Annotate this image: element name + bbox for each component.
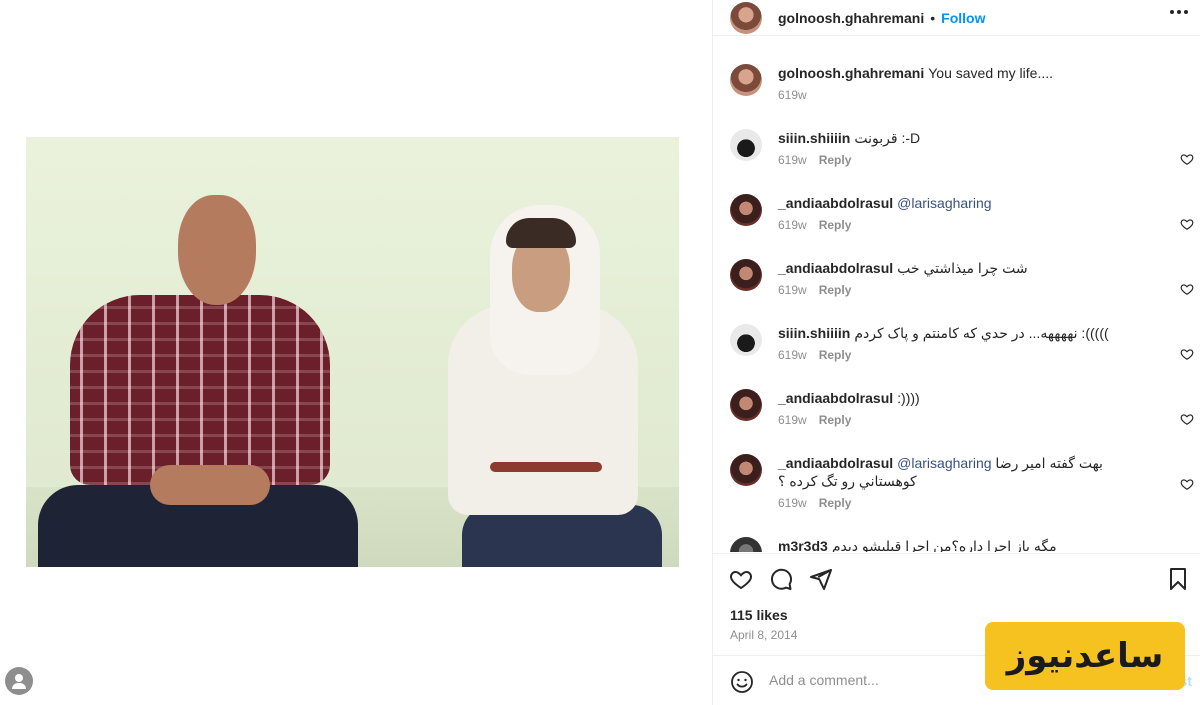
comment-mention[interactable]: @larisagharing bbox=[897, 195, 991, 211]
watermark-logo: ساعدنیوز bbox=[985, 622, 1185, 690]
comment-time: 619w bbox=[778, 153, 807, 167]
bookmark-icon[interactable] bbox=[1166, 567, 1190, 591]
comment-username[interactable]: _andiaabdolrasul bbox=[778, 390, 893, 406]
commenter-avatar[interactable] bbox=[730, 194, 762, 226]
user-icon[interactable] bbox=[5, 667, 33, 695]
reply-button[interactable]: Reply bbox=[819, 496, 852, 510]
author-avatar[interactable] bbox=[730, 1, 762, 34]
comment-text: مگه باز اجرا داره؟من اجرا قبلیشو دیدم bbox=[831, 538, 1057, 552]
post-header: golnoosh.ghahremani • Follow bbox=[713, 0, 1200, 36]
comment-time: 619w bbox=[778, 218, 807, 232]
heart-icon[interactable] bbox=[1180, 412, 1194, 426]
likes-count[interactable]: 115 likes bbox=[730, 607, 788, 623]
commenter-avatar[interactable] bbox=[730, 454, 762, 486]
caption-time: 619w bbox=[778, 88, 807, 102]
photo-figure-woman-hair bbox=[506, 218, 576, 248]
post-date: April 8, 2014 bbox=[730, 628, 798, 642]
reply-button[interactable]: Reply bbox=[819, 218, 852, 232]
photo-figure-man-hands bbox=[150, 465, 270, 505]
author-avatar[interactable] bbox=[730, 64, 762, 96]
reply-button[interactable]: Reply bbox=[819, 413, 852, 427]
photo-figure-man-head bbox=[178, 195, 256, 305]
caption-item: golnoosh.ghahremani You saved my life....… bbox=[713, 52, 1200, 117]
comment-item: _andiaabdolrasul شت چرا ميذاشتي خب 619w Re… bbox=[713, 247, 1200, 312]
comment-text: قربونت :-D bbox=[854, 130, 921, 146]
comment-item: _andiaabdolrasul @larisagharing 619w Reply bbox=[713, 182, 1200, 247]
comment-text: شت چرا ميذاشتي خب bbox=[897, 260, 1028, 276]
comment-text: نههههه... در حدي كه كامنتم و پاک کردم :(… bbox=[854, 325, 1109, 341]
heart-icon[interactable] bbox=[1180, 347, 1194, 361]
commenter-avatar[interactable] bbox=[730, 389, 762, 421]
watermark-text: ساعدنیوز bbox=[1006, 636, 1164, 676]
heart-icon[interactable] bbox=[729, 567, 753, 591]
instagram-post-page: golnoosh.ghahremani • Follow golnoosh.gh… bbox=[0, 0, 1200, 705]
caption-text: You saved my life.... bbox=[928, 65, 1054, 81]
follow-button[interactable]: Follow bbox=[941, 10, 985, 26]
post-side-panel: golnoosh.ghahremani • Follow golnoosh.gh… bbox=[712, 0, 1200, 705]
author-username[interactable]: golnoosh.ghahremani bbox=[778, 10, 924, 26]
photo-figure-woman-belt bbox=[490, 462, 602, 472]
post-actions bbox=[713, 553, 1200, 603]
commenter-avatar[interactable] bbox=[730, 129, 762, 161]
media-pane bbox=[0, 0, 712, 705]
comment-time: 619w bbox=[778, 283, 807, 297]
comment-item: siiin.shiiiin نههههه... در حدي كه كامنتم … bbox=[713, 312, 1200, 377]
comment-username[interactable]: siiin.shiiiin bbox=[778, 325, 850, 341]
comment-time: 619w bbox=[778, 413, 807, 427]
comment-time: 619w bbox=[778, 496, 807, 510]
comment-icon[interactable] bbox=[769, 567, 793, 591]
comment-item: _andiaabdolrasul:)))) 619w Reply bbox=[713, 377, 1200, 442]
reply-button[interactable]: Reply bbox=[819, 348, 852, 362]
reply-button[interactable]: Reply bbox=[819, 153, 852, 167]
comment-username[interactable]: _andiaabdolrasul bbox=[778, 260, 893, 276]
separator-dot: • bbox=[930, 9, 936, 26]
more-icon[interactable] bbox=[1170, 10, 1188, 14]
share-icon[interactable] bbox=[809, 567, 833, 591]
heart-icon[interactable] bbox=[1180, 477, 1194, 491]
emoji-icon[interactable] bbox=[730, 670, 754, 694]
comment-username[interactable]: m3r3d3 bbox=[778, 538, 828, 552]
comment-username[interactable]: _andiaabdolrasul bbox=[778, 455, 893, 471]
heart-icon[interactable] bbox=[1180, 217, 1194, 231]
heart-icon[interactable] bbox=[1180, 282, 1194, 296]
reply-button[interactable]: Reply bbox=[819, 283, 852, 297]
comment-item: _andiaabdolrasul @larisagharing بهت گفته … bbox=[713, 442, 1200, 525]
comment-username[interactable]: _andiaabdolrasul bbox=[778, 195, 893, 211]
comment-mention[interactable]: @larisagharing bbox=[897, 455, 991, 471]
comment-item: siiin.shiiiin قربونت :-D 619w Reply bbox=[713, 117, 1200, 182]
comments-list[interactable]: golnoosh.ghahremani You saved my life....… bbox=[713, 52, 1200, 552]
commenter-avatar[interactable] bbox=[730, 324, 762, 356]
commenter-avatar[interactable] bbox=[730, 537, 762, 552]
comment-username[interactable]: siiin.shiiiin bbox=[778, 130, 850, 146]
caption-username[interactable]: golnoosh.ghahremani bbox=[778, 65, 924, 81]
heart-icon[interactable] bbox=[1180, 152, 1194, 166]
comment-time: 619w bbox=[778, 348, 807, 362]
comment-text: :)))) bbox=[897, 390, 920, 406]
commenter-avatar[interactable] bbox=[730, 259, 762, 291]
comment-item: m3r3d3 مگه باز اجرا داره؟من اجرا قبلیشو د… bbox=[713, 525, 1200, 552]
photo-figure-man bbox=[70, 295, 330, 485]
